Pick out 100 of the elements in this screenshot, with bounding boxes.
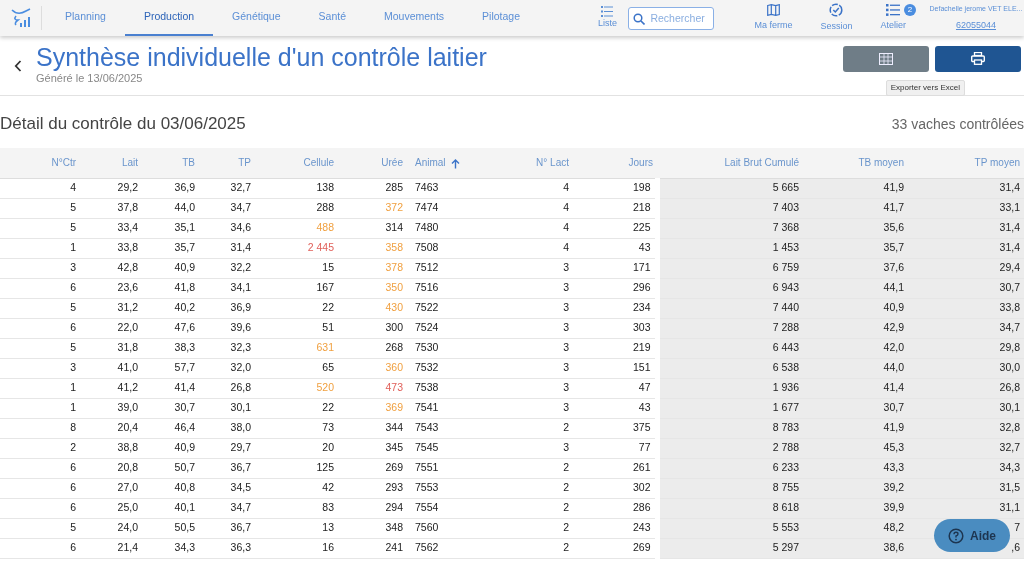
table-cell: 31,8 bbox=[80, 338, 142, 358]
table-cell: 138 bbox=[255, 178, 338, 198]
column-header[interactable]: TB bbox=[142, 148, 199, 178]
table-cell: 4 bbox=[500, 178, 573, 198]
column-header[interactable]: Jours bbox=[573, 148, 657, 178]
table-cell: 3 bbox=[500, 398, 573, 418]
table-cell: 369 bbox=[338, 398, 407, 418]
table-cell: 3 bbox=[500, 298, 573, 318]
table-cell: 2 bbox=[0, 438, 80, 458]
table-cell: 31,1 bbox=[908, 498, 1024, 518]
table-cell: 50,7 bbox=[142, 458, 199, 478]
table-cell: 345 bbox=[338, 438, 407, 458]
nav-tab[interactable]: Planning bbox=[46, 0, 125, 36]
table-cell: 50,5 bbox=[142, 518, 199, 538]
column-header[interactable]: Animal bbox=[407, 148, 500, 178]
table-cell: 44,0 bbox=[803, 358, 908, 378]
table-cell: 7530 bbox=[407, 338, 500, 358]
table-cell: 7480 bbox=[407, 218, 500, 238]
table-cell: 2 bbox=[500, 518, 573, 538]
table-cell: 31,4 bbox=[908, 238, 1024, 258]
table-cell: 26,8 bbox=[199, 378, 255, 398]
table-cell: 42,9 bbox=[803, 318, 908, 338]
table-cell: 29,7 bbox=[199, 438, 255, 458]
print-button[interactable] bbox=[935, 45, 1021, 72]
column-header[interactable]: Lait bbox=[80, 148, 142, 178]
table-cell: 8 bbox=[0, 418, 80, 438]
column-header[interactable]: TP bbox=[199, 148, 255, 178]
table-cell: 33,8 bbox=[80, 238, 142, 258]
table-cell: 30,0 bbox=[908, 358, 1024, 378]
table-cell: 5 297 bbox=[657, 538, 803, 558]
farm-code-link[interactable]: 62055044 bbox=[955, 18, 996, 32]
table-cell: 3 bbox=[500, 378, 573, 398]
printer-icon bbox=[971, 52, 985, 65]
logo-icon bbox=[9, 7, 32, 29]
table-cell: 5 bbox=[0, 198, 80, 218]
nav-tab[interactable]: Pilotage bbox=[463, 0, 540, 36]
table-cell: 34,1 bbox=[199, 278, 255, 298]
section-title: Détail du contrôle du 03/06/2025 bbox=[0, 113, 246, 136]
table-cell: 32,7 bbox=[908, 438, 1024, 458]
table-cell: 32,2 bbox=[199, 258, 255, 278]
column-header[interactable]: Cellule bbox=[255, 148, 338, 178]
list-icon bbox=[601, 5, 614, 17]
table-cell: 5 bbox=[0, 518, 80, 538]
column-header[interactable]: Lait Brut Cumulé bbox=[657, 148, 803, 178]
table-cell: 41,2 bbox=[80, 378, 142, 398]
table-cell: 7545 bbox=[407, 438, 500, 458]
nav-tab[interactable]: Santé bbox=[299, 0, 365, 36]
table-cell: 2 bbox=[500, 418, 573, 438]
help-button[interactable]: Aide bbox=[934, 519, 1010, 552]
table-cell: 34,6 bbox=[199, 218, 255, 238]
list-icon bbox=[886, 3, 901, 16]
table-cell: 7463 bbox=[407, 178, 500, 198]
map-icon bbox=[766, 3, 780, 16]
list-button[interactable]: Liste bbox=[592, 5, 623, 31]
table-cell: 269 bbox=[338, 458, 407, 478]
toolbar-button[interactable]: Ma ferme bbox=[754, 2, 793, 34]
table-cell: 22 bbox=[255, 398, 338, 418]
excel-export-button[interactable] bbox=[843, 45, 929, 72]
table-cell: 33,4 bbox=[80, 218, 142, 238]
tooltip: Exporter vers Excel bbox=[885, 80, 965, 96]
column-header[interactable]: N°Ctr bbox=[0, 148, 80, 178]
table-cell: 3 bbox=[500, 338, 573, 358]
table-cell: 3 bbox=[0, 358, 80, 378]
search-field[interactable]: Rechercher bbox=[628, 6, 715, 30]
table-cell: 7532 bbox=[407, 358, 500, 378]
toolbar-button[interactable]: Session bbox=[820, 2, 853, 34]
nav-tab[interactable]: Production bbox=[124, 0, 214, 36]
table-cell: 7512 bbox=[407, 258, 500, 278]
table-cell: 30,7 bbox=[803, 398, 908, 418]
column-header[interactable]: TP moyen bbox=[908, 148, 1024, 178]
table-cell: 29,2 bbox=[80, 178, 142, 198]
table-cell: 57,7 bbox=[142, 358, 199, 378]
table-cell: 4 bbox=[500, 218, 573, 238]
table-cell: 40,9 bbox=[803, 298, 908, 318]
table-cell: 6 bbox=[0, 318, 80, 338]
table-cell: 6 233 bbox=[657, 458, 803, 478]
nav-tab[interactable]: Génétique bbox=[213, 0, 300, 36]
table-cell: 41,4 bbox=[142, 378, 199, 398]
table-cell: 3 bbox=[500, 438, 573, 458]
table-cell: 3 bbox=[0, 258, 80, 278]
check-circle-icon bbox=[829, 2, 844, 17]
table-cell: 372 bbox=[338, 198, 407, 218]
nav-tab[interactable]: Mouvements bbox=[365, 0, 464, 36]
table-cell: 30,1 bbox=[908, 398, 1024, 418]
table-cell: 22,0 bbox=[80, 318, 142, 338]
toolbar-button[interactable]: Atelier bbox=[880, 2, 906, 34]
table-cell: 4 bbox=[0, 178, 80, 198]
table-cell: 23,6 bbox=[80, 278, 142, 298]
column-header[interactable]: Urée bbox=[338, 148, 407, 178]
table-cell: 43,3 bbox=[803, 458, 908, 478]
column-header[interactable]: N° Lact bbox=[500, 148, 573, 178]
table-cell: 31,5 bbox=[908, 478, 1024, 498]
table-cell: 36,7 bbox=[199, 458, 255, 478]
table-cell: 39,9 bbox=[803, 498, 908, 518]
table-cell: 30,1 bbox=[199, 398, 255, 418]
table-cell: 2 445 bbox=[255, 238, 338, 258]
column-header[interactable]: TB moyen bbox=[803, 148, 908, 178]
table-cell: 35,7 bbox=[803, 238, 908, 258]
table-cell: 241 bbox=[338, 538, 407, 558]
table-cell: 15 bbox=[255, 258, 338, 278]
